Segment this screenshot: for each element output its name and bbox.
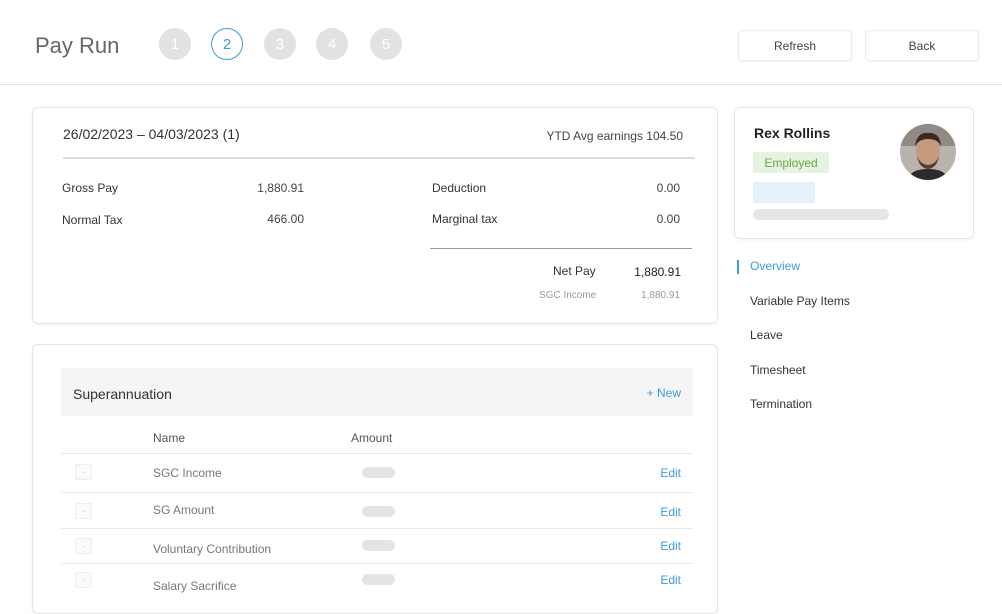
step-5[interactable]: 5 [370, 28, 402, 60]
row-checkbox[interactable]: · [75, 572, 92, 588]
ytd-avg-earnings: YTD Avg earnings 104.50 [546, 129, 683, 143]
net-pay-label: Net Pay [553, 264, 596, 278]
deduction-label: Deduction [432, 181, 487, 195]
text-placeholder [753, 209, 889, 220]
edit-link[interactable]: Edit [660, 539, 681, 553]
step-1[interactable]: 1 [159, 28, 191, 60]
amount-placeholder [362, 540, 395, 551]
nav-leave[interactable]: Leave [750, 328, 783, 342]
row-name: SG Amount [153, 503, 215, 517]
nav-overview[interactable]: Overview [750, 259, 800, 273]
row-checkbox[interactable]: · [75, 464, 92, 480]
step-2-active[interactable]: 2 [211, 28, 243, 60]
new-superannuation-link[interactable]: + New [647, 386, 681, 400]
employee-card: Rex Rollins Employed [734, 107, 974, 239]
pay-summary-card: 26/02/2023 – 04/03/2023 (1) YTD Avg earn… [32, 107, 718, 324]
gross-pay-value: 1,880.91 [257, 181, 304, 195]
pay-period: 26/02/2023 – 04/03/2023 (1) [63, 126, 240, 142]
marginal-tax-value: 0.00 [656, 212, 680, 226]
gross-pay-label: Gross Pay [62, 181, 119, 195]
active-nav-indicator [737, 260, 739, 274]
row-checkbox[interactable]: · [75, 538, 92, 554]
step-3[interactable]: 3 [264, 28, 296, 60]
marginal-tax-label: Marginal tax [432, 212, 498, 226]
nav-termination[interactable]: Termination [750, 397, 812, 411]
amount-placeholder [362, 506, 395, 517]
superannuation-title: Superannuation [73, 386, 172, 402]
step-4[interactable]: 4 [316, 28, 348, 60]
refresh-button[interactable]: Refresh [738, 30, 852, 61]
edit-link[interactable]: Edit [660, 573, 681, 587]
employee-name: Rex Rollins [754, 125, 831, 141]
divider [63, 157, 695, 159]
status-badge: Employed [753, 152, 829, 173]
row-divider [61, 528, 693, 529]
row-checkbox[interactable]: · [75, 503, 92, 519]
top-bar: Pay Run 1 2 3 4 5 Refresh Back [0, 0, 1002, 85]
row-divider [61, 563, 693, 564]
amount-placeholder [362, 467, 395, 478]
row-divider [61, 492, 693, 493]
back-button[interactable]: Back [865, 30, 979, 61]
net-pay-divider [430, 248, 692, 249]
row-name: SGC Income [153, 466, 222, 480]
page-title: Pay Run [35, 33, 120, 58]
edit-link[interactable]: Edit [660, 466, 681, 480]
row-divider [61, 453, 693, 454]
row-name: Salary Sacrifice [153, 579, 237, 593]
net-pay-value: 1,880.91 [634, 265, 681, 279]
nav-timesheet[interactable]: Timesheet [750, 363, 806, 377]
col-header-name: Name [153, 431, 186, 445]
superannuation-card: Superannuation + New Name Amount · SGC I… [32, 344, 718, 614]
superannuation-header: Superannuation + New [61, 368, 693, 416]
row-name: Voluntary Contribution [153, 542, 272, 556]
normal-tax-label: Normal Tax [62, 213, 123, 227]
sgc-income-label: SGC Income [539, 290, 597, 301]
amount-placeholder [362, 574, 395, 585]
col-header-amount: Amount [351, 431, 393, 445]
normal-tax-value: 466.00 [267, 212, 304, 226]
info-placeholder [753, 182, 815, 203]
nav-variable-pay-items[interactable]: Variable Pay Items [750, 294, 850, 308]
edit-link[interactable]: Edit [660, 505, 681, 519]
avatar [900, 124, 956, 180]
deduction-value: 0.00 [656, 181, 680, 195]
sgc-income-value: 1,880.91 [641, 290, 680, 301]
